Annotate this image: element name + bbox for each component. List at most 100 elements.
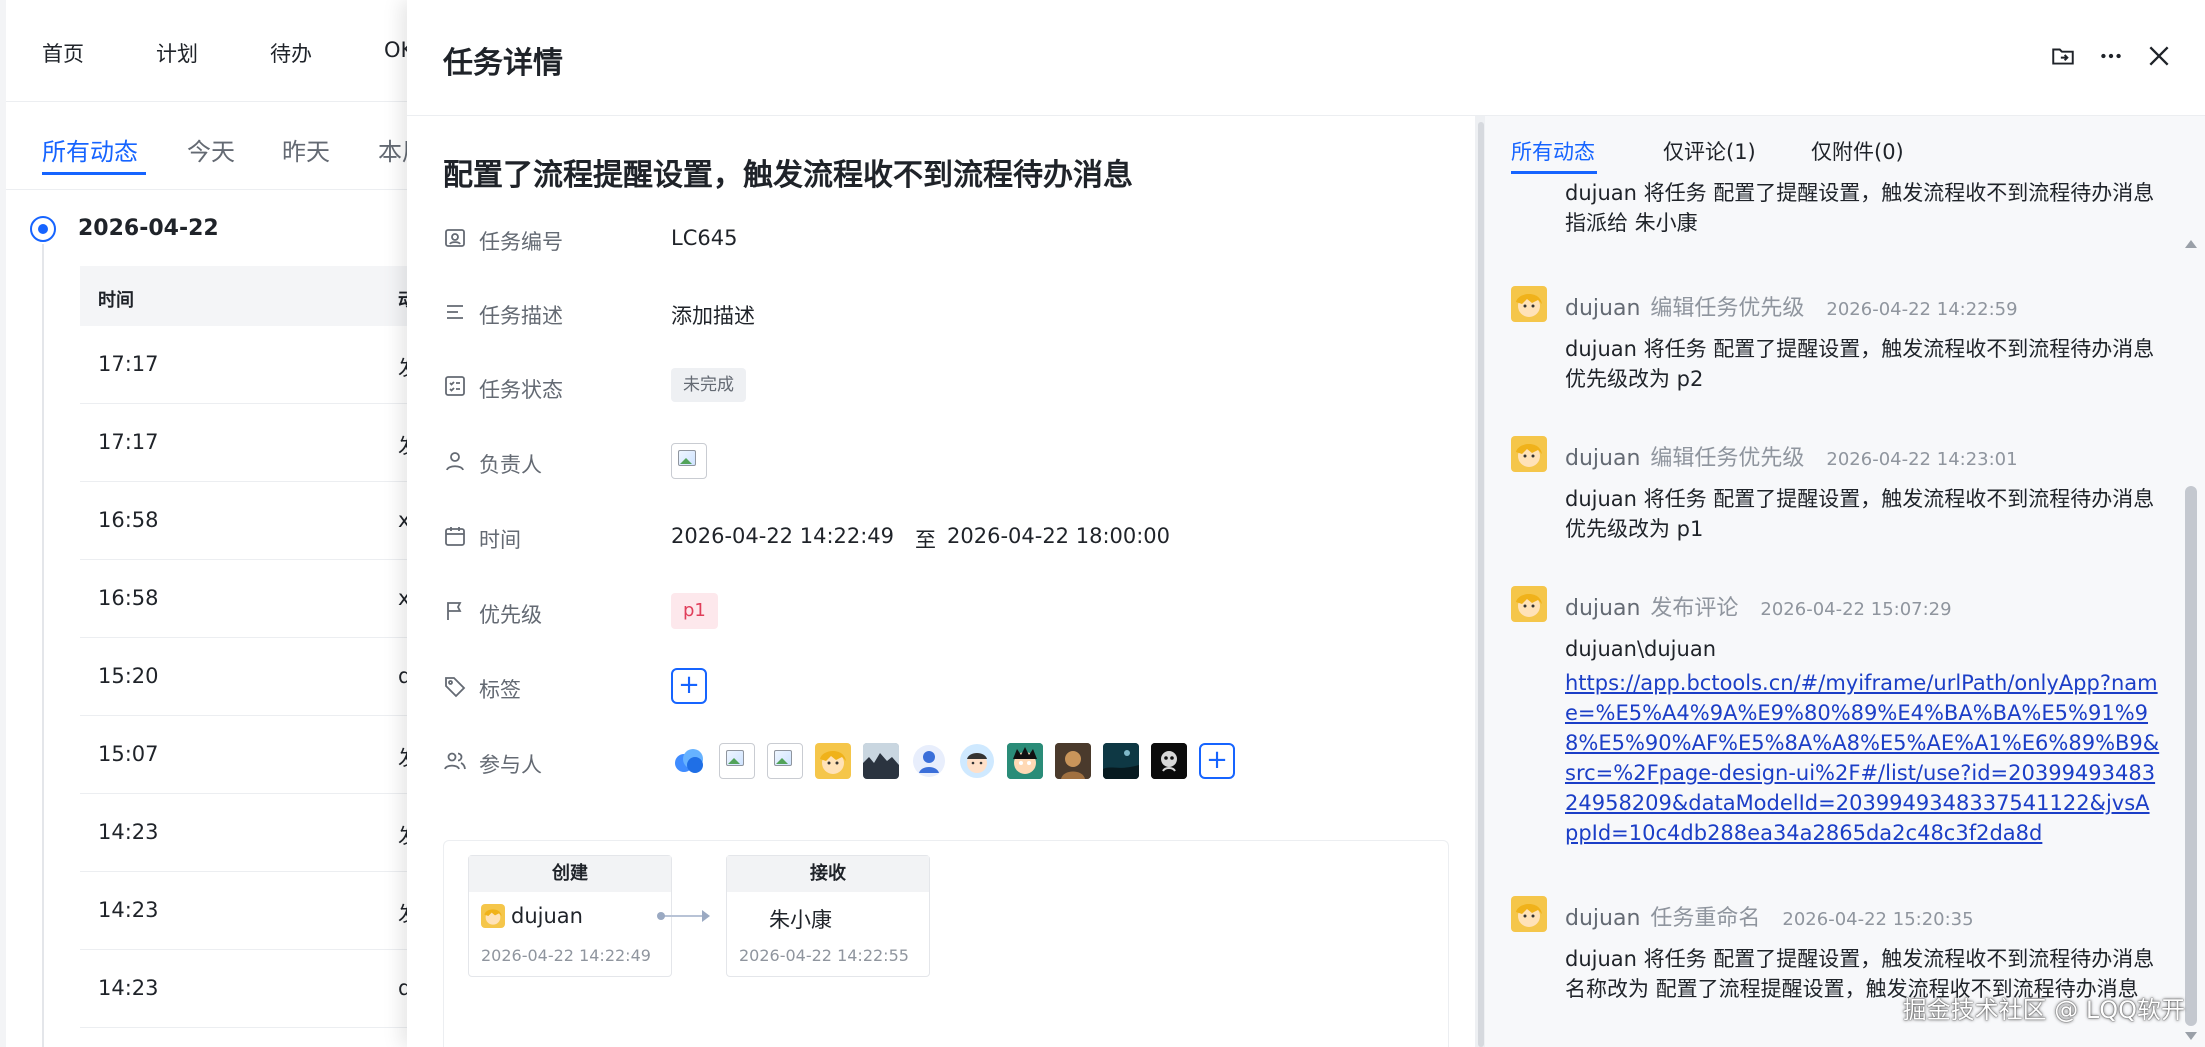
participant-avatar[interactable] [1055, 743, 1091, 779]
tab-comments-only[interactable]: 仅评论(1) [1663, 136, 1756, 166]
comment-link[interactable]: https://app.bctools.cn/#/myiframe/urlPat… [1565, 668, 2161, 848]
field-priority: 优先级 p1 [443, 591, 1443, 631]
flow-node-receive[interactable]: 接收 朱小康 2026-04-22 14:22:55 [726, 855, 930, 977]
participant-avatar[interactable] [671, 743, 707, 779]
close-icon [2149, 46, 2169, 66]
flow-user-name: dujuan [511, 904, 583, 928]
participant-avatar[interactable] [815, 743, 851, 779]
participant-list: + [671, 743, 1235, 779]
tab-attachments-only[interactable]: 仅附件(0) [1811, 136, 1904, 166]
activity-user: dujuan [1565, 446, 1641, 471]
flow-user-name: 朱小康 [769, 908, 832, 932]
activity-time: 2026-04-22 14:22:59 [1826, 299, 2018, 320]
activity-head: dujuan 发布评论 2026-04-22 15:07:29 [1511, 586, 2161, 624]
move-folder-button[interactable] [2045, 38, 2081, 74]
field-owner: 负责人 [443, 441, 1443, 481]
tags-label: 标签 [479, 678, 521, 702]
participant-avatar[interactable] [959, 743, 995, 779]
flow-node-create[interactable]: 创建 dujuan 2026-04-22 14:22:49 [468, 855, 672, 977]
timeline-date: 2026-04-22 [78, 216, 219, 241]
user-icon [446, 452, 464, 471]
field-status: 任务状态 未完成 [443, 366, 1443, 406]
participant-avatar[interactable] [767, 743, 803, 779]
close-button[interactable] [2141, 38, 2177, 74]
activity-head: dujuan 编辑任务优先级 2026-04-22 14:22:59 [1511, 286, 2161, 324]
scroll-up-arrow[interactable] [2185, 240, 2197, 248]
field-time: 时间 2026-04-22 14:22:49 至 2026-04-22 18:0… [443, 516, 1443, 556]
flow-panel: 创建 dujuan 2026-04-22 14:22:49 接收 朱小康 202… [443, 840, 1449, 1047]
desc-value[interactable]: 添加描述 [671, 300, 755, 330]
row-time: 16:58 [98, 508, 159, 532]
row-time: 15:07 [98, 742, 159, 766]
tag-icon [445, 677, 466, 698]
activity-item: dujuan 编辑任务优先级 2026-04-22 14:22:59 dujuan … [1511, 286, 2161, 394]
participant-avatar[interactable] [1151, 743, 1187, 779]
number-value: LC645 [671, 226, 738, 250]
watermark: 掘金技术社区 @ LQQ软开 [1902, 996, 2185, 1024]
add-participant-button[interactable]: + [1199, 743, 1235, 779]
activity-body: dujuan\dujuan [1565, 637, 1716, 661]
activity-list: dujuan 将任务 配置了提醒设置，触发流程收不到流程待办消息 指派给 朱小康… [1485, 176, 2179, 1047]
activity-action: 编辑任务优先级 [1650, 446, 1805, 471]
tab-all-activity[interactable]: 所有动态 [1511, 136, 1595, 166]
activity-item: dujuan 编辑任务优先级 2026-04-22 14:23:01 dujuan … [1511, 436, 2161, 544]
activity-panel: 所有动态 仅评论(1) 仅附件(0) dujuan 将任务 配置了提醒设置，触发… [1485, 116, 2205, 1047]
nav-todo[interactable]: 待办 [270, 38, 312, 68]
owner-avatar[interactable] [671, 443, 707, 479]
activity-action: 编辑任务优先级 [1650, 296, 1805, 321]
desc-label: 任务描述 [479, 304, 563, 328]
participant-avatar[interactable] [719, 743, 755, 779]
status-label: 任务状态 [479, 378, 563, 402]
tab-all[interactable]: 所有动态 [42, 132, 138, 167]
drawer-title: 任务详情 [443, 46, 563, 81]
activity-body: dujuan 将任务 配置了提醒设置，触发流程收不到流程待办消息 指派给 朱小康 [1565, 181, 2155, 235]
splitter-scroll-thumb[interactable] [1478, 122, 1484, 1047]
row-time: 14:23 [98, 820, 159, 844]
task-main: 配置了流程提醒设置，触发流程收不到流程待办消息 任务编号 LC645 任务描述 … [407, 116, 1475, 1047]
activity-action: 任务重命名 [1650, 906, 1761, 931]
timeline-dot [30, 216, 56, 242]
tab-yesterday[interactable]: 昨天 [282, 132, 330, 167]
participant-avatar[interactable] [1007, 743, 1043, 779]
more-icon [2101, 53, 2121, 59]
scroll-down-arrow[interactable] [2185, 1032, 2197, 1040]
add-tag-button[interactable]: + [671, 668, 707, 704]
row-time: 17:17 [98, 430, 159, 454]
flow-node-user: dujuan [481, 904, 583, 928]
participants-label: 参与人 [479, 753, 542, 777]
status-badge[interactable]: 未完成 [671, 368, 746, 402]
folder-move-icon [2052, 48, 2074, 65]
activity-user: dujuan [1565, 906, 1641, 931]
scroll-thumb[interactable] [2185, 486, 2197, 1026]
activity-time: 2026-04-22 15:07:29 [1760, 599, 1952, 620]
checklist-icon [445, 376, 465, 396]
column-time: 时间 [98, 290, 134, 311]
participant-avatar[interactable] [863, 743, 899, 779]
nav-plan[interactable]: 计划 [156, 38, 198, 68]
row-time: 14:23 [98, 898, 159, 922]
task-detail-drawer: 任务详情 配置了流程提醒设置，触发流程收不到流程待办消息 任务编号 LC645 … [407, 0, 2205, 1047]
task-title[interactable]: 配置了流程提醒设置，触发流程收不到流程待办消息 [443, 150, 1133, 194]
flow-node-time: 2026-04-22 14:22:55 [739, 946, 909, 965]
row-time: 14:23 [98, 976, 159, 1000]
more-button[interactable] [2093, 38, 2129, 74]
start-time[interactable]: 2026-04-22 14:22:49 [671, 524, 894, 548]
participant-avatar[interactable] [911, 743, 947, 779]
activity-scrollbar[interactable] [2185, 240, 2197, 1040]
activity-avatar [1511, 436, 1547, 472]
field-participants: 参与人 + [443, 741, 1443, 781]
owner-label: 负责人 [479, 453, 542, 477]
field-number: 任务编号 LC645 [443, 218, 1443, 258]
activity-avatar [1511, 586, 1547, 622]
end-time[interactable]: 2026-04-22 18:00:00 [947, 524, 1170, 548]
activity-time: 2026-04-22 14:23:01 [1826, 449, 2018, 470]
tab-today[interactable]: 今天 [187, 132, 235, 167]
activity-user: dujuan [1565, 296, 1641, 321]
priority-badge[interactable]: p1 [671, 593, 718, 629]
time-separator: 至 [915, 528, 936, 552]
participant-avatar[interactable] [1103, 743, 1139, 779]
activity-tab-indicator [1511, 171, 1597, 174]
nav-home[interactable]: 首页 [42, 38, 84, 68]
row-time: 15:20 [98, 664, 159, 688]
field-tags: 标签 + [443, 666, 1443, 706]
